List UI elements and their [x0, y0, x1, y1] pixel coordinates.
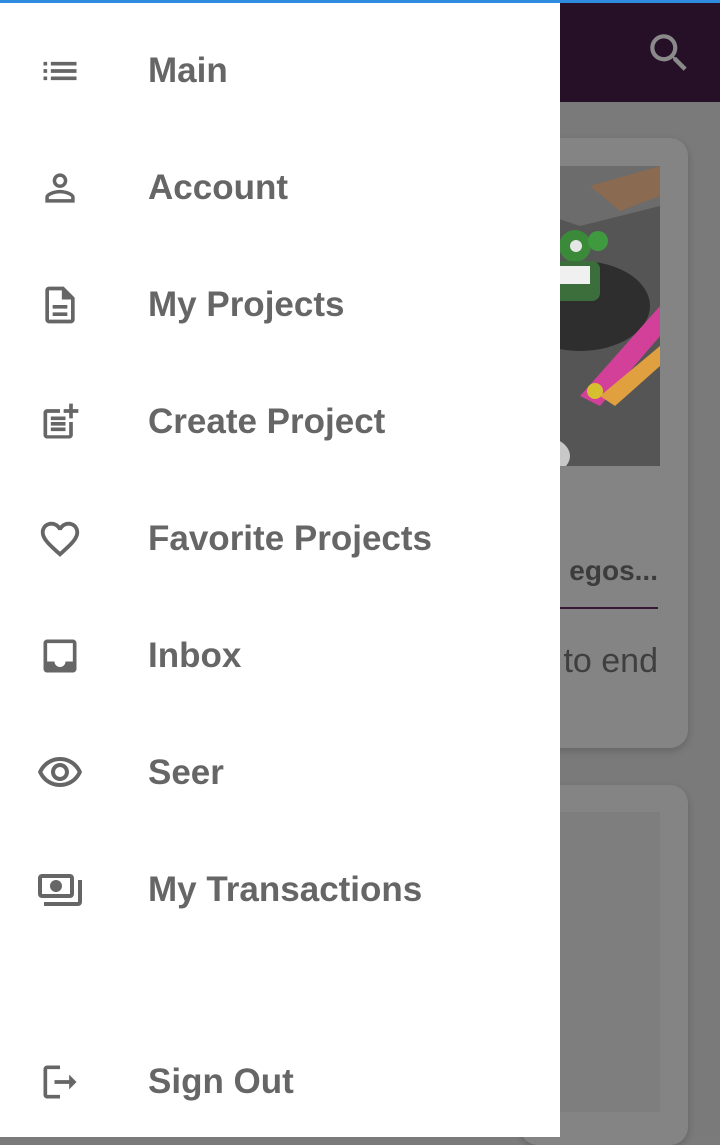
drawer-item-label: Favorite Projects — [148, 518, 432, 558]
drawer-item-create-project[interactable]: Create Project — [0, 363, 560, 480]
drawer-item-label: My Projects — [148, 284, 345, 324]
drawer-item-label: Account — [148, 167, 288, 207]
drawer-item-label: Create Project — [148, 401, 386, 441]
sign-out-label: Sign Out — [148, 1061, 294, 1101]
drawer-item-label: Main — [148, 50, 228, 90]
drawer-item-sign-out[interactable]: Sign Out — [0, 1023, 560, 1140]
drawer-item-my-projects[interactable]: My Projects — [0, 246, 560, 363]
heart-icon — [34, 513, 86, 565]
navigation-drawer: Main Account My Projects Create Project … — [0, 0, 560, 1137]
logout-icon — [34, 1056, 86, 1108]
person-icon — [34, 162, 86, 214]
top-accent-line — [0, 0, 720, 3]
drawer-item-inbox[interactable]: Inbox — [0, 597, 560, 714]
drawer-item-label: My Transactions — [148, 869, 423, 909]
drawer-item-main[interactable]: Main — [0, 12, 560, 129]
drawer-item-label: Inbox — [148, 635, 242, 675]
search-icon[interactable] — [644, 28, 694, 78]
drawer-item-favorite-projects[interactable]: Favorite Projects — [0, 480, 560, 597]
document-icon — [34, 279, 86, 331]
drawer-item-seer[interactable]: Seer — [0, 714, 560, 831]
drawer-item-label: Seer — [148, 752, 224, 792]
drawer-item-my-transactions[interactable]: My Transactions — [0, 831, 560, 948]
inbox-icon — [34, 630, 86, 682]
post-add-icon — [34, 396, 86, 448]
money-icon — [34, 864, 86, 916]
drawer-item-account[interactable]: Account — [0, 129, 560, 246]
list-icon — [34, 45, 86, 97]
eye-icon — [34, 747, 86, 799]
